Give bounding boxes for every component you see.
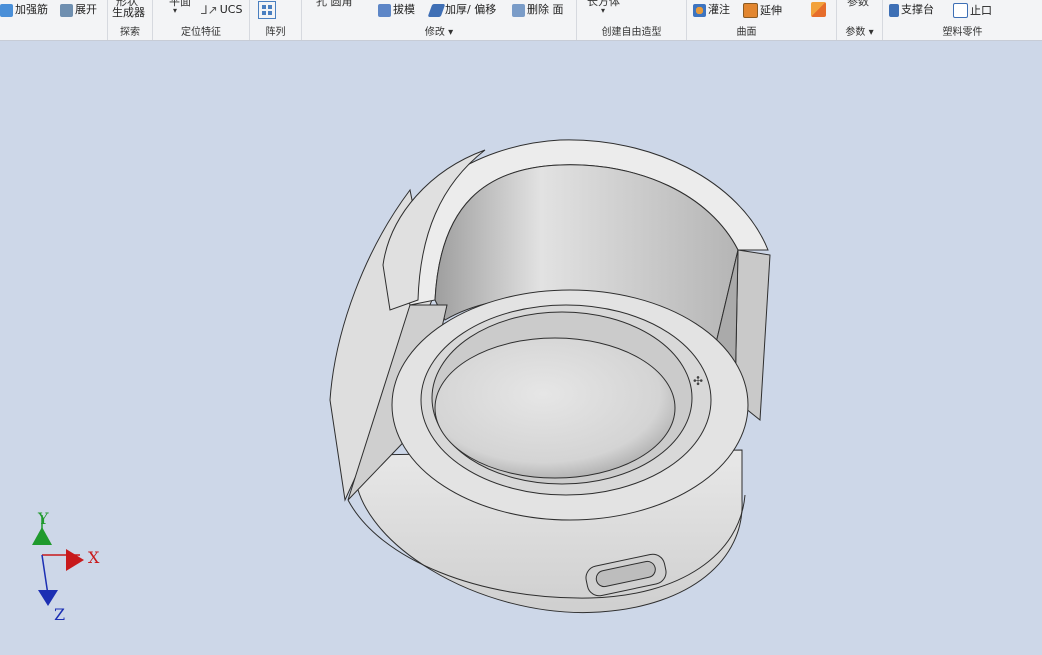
patch-icon	[811, 2, 826, 17]
extend-button[interactable]: 延伸	[743, 3, 782, 18]
pattern-button[interactable]	[258, 1, 276, 19]
ribbon-group-modify: 孔 圆角 拔模 加厚/ 偏移 删除 面 修改 ▾	[302, 0, 577, 40]
rib-button[interactable]: 加强筋	[0, 3, 48, 17]
unfold-icon	[60, 3, 73, 17]
boss-icon	[889, 3, 899, 17]
model-canvas[interactable]: ✣ Y X Z	[0, 41, 1042, 651]
group-label-surface: 曲面	[736, 27, 757, 38]
unfold-button[interactable]: 展开	[60, 3, 97, 17]
draft-button[interactable]: 拔模	[378, 3, 415, 17]
sculpt-button[interactable]: 灌注	[693, 3, 730, 17]
thicken-offset-button[interactable]: 加厚/ 偏移	[427, 3, 496, 17]
group-label-plastic-part: 塑料零件	[942, 27, 983, 38]
z-axis-label: Z	[54, 605, 65, 624]
group-label-modify[interactable]: 修改 ▾	[302, 23, 576, 38]
group-label-work-features: 定位特征	[181, 27, 221, 38]
ribbon-group-parameters: 参数 参数 ▾	[837, 0, 883, 40]
part-model[interactable]	[329, 139, 771, 614]
shape-generator-button[interactable]: 生成器	[112, 6, 145, 20]
x-axis-cone-icon	[66, 549, 84, 571]
generator-icon: 生成器	[112, 6, 145, 19]
surface-extra-button[interactable]	[811, 2, 826, 17]
z-axis-line	[41, 554, 49, 596]
ucs-button[interactable]: ⅃↗ UCS	[201, 3, 242, 17]
ribbon-group-pattern: 阵列	[250, 0, 302, 40]
group-label-explore: 探索	[120, 27, 140, 38]
x-axis-label: X	[88, 548, 100, 567]
thicken-icon	[427, 3, 446, 17]
plane-dropdown-icon[interactable]: ▾	[173, 6, 177, 15]
ribbon-group-work-features: 平面 ▾ ⅃↗ UCS 定位特征	[153, 0, 250, 40]
box-dropdown-icon[interactable]: ▾	[601, 6, 605, 15]
y-axis-cone-icon	[32, 527, 52, 545]
sculpt-icon	[693, 3, 706, 17]
ribbon-toolbar: 加强筋 展开 形状 生成器 探索 平面 ▾ ⅃↗ UCS 定位特征 阵列 孔 圆…	[0, 0, 1042, 41]
y-axis-label: Y	[37, 509, 49, 528]
ucs-icon: ⅃↗	[201, 3, 218, 17]
ribbon-group-explore: 形状 生成器 探索	[108, 0, 153, 40]
z-axis-cone-icon	[38, 590, 58, 606]
draft-icon	[378, 3, 391, 17]
group-label-parameters[interactable]: 参数 ▾	[837, 23, 882, 38]
model-viewport[interactable]: ✣ Y X Z	[0, 41, 1042, 651]
lip-icon	[953, 3, 968, 18]
rib-icon	[0, 3, 13, 17]
ribbon-group-surface: 灌注 延伸 曲面	[687, 0, 837, 40]
delete-face-icon	[512, 3, 525, 17]
delete-face-button[interactable]: 删除 面	[512, 3, 564, 17]
ribbon-group-freeform: 长方体 ▾ 创建自由造型	[577, 0, 687, 40]
ribbon-group-plastic-part: 支撑台 止口 塑料零件	[883, 0, 1042, 40]
extend-icon	[743, 3, 758, 18]
pattern-icon	[258, 1, 276, 19]
sketch-point-icon[interactable]: ✣	[693, 374, 703, 388]
group-label-pattern: 阵列	[265, 27, 286, 38]
boss-button[interactable]: 支撑台	[889, 3, 934, 17]
lip-button[interactable]: 止口	[953, 3, 992, 18]
ribbon-group-features: 加强筋 展开	[0, 0, 108, 40]
axis-triad[interactable]: Y X Z	[32, 509, 100, 624]
group-label-freeform: 创建自由造型	[601, 27, 662, 38]
